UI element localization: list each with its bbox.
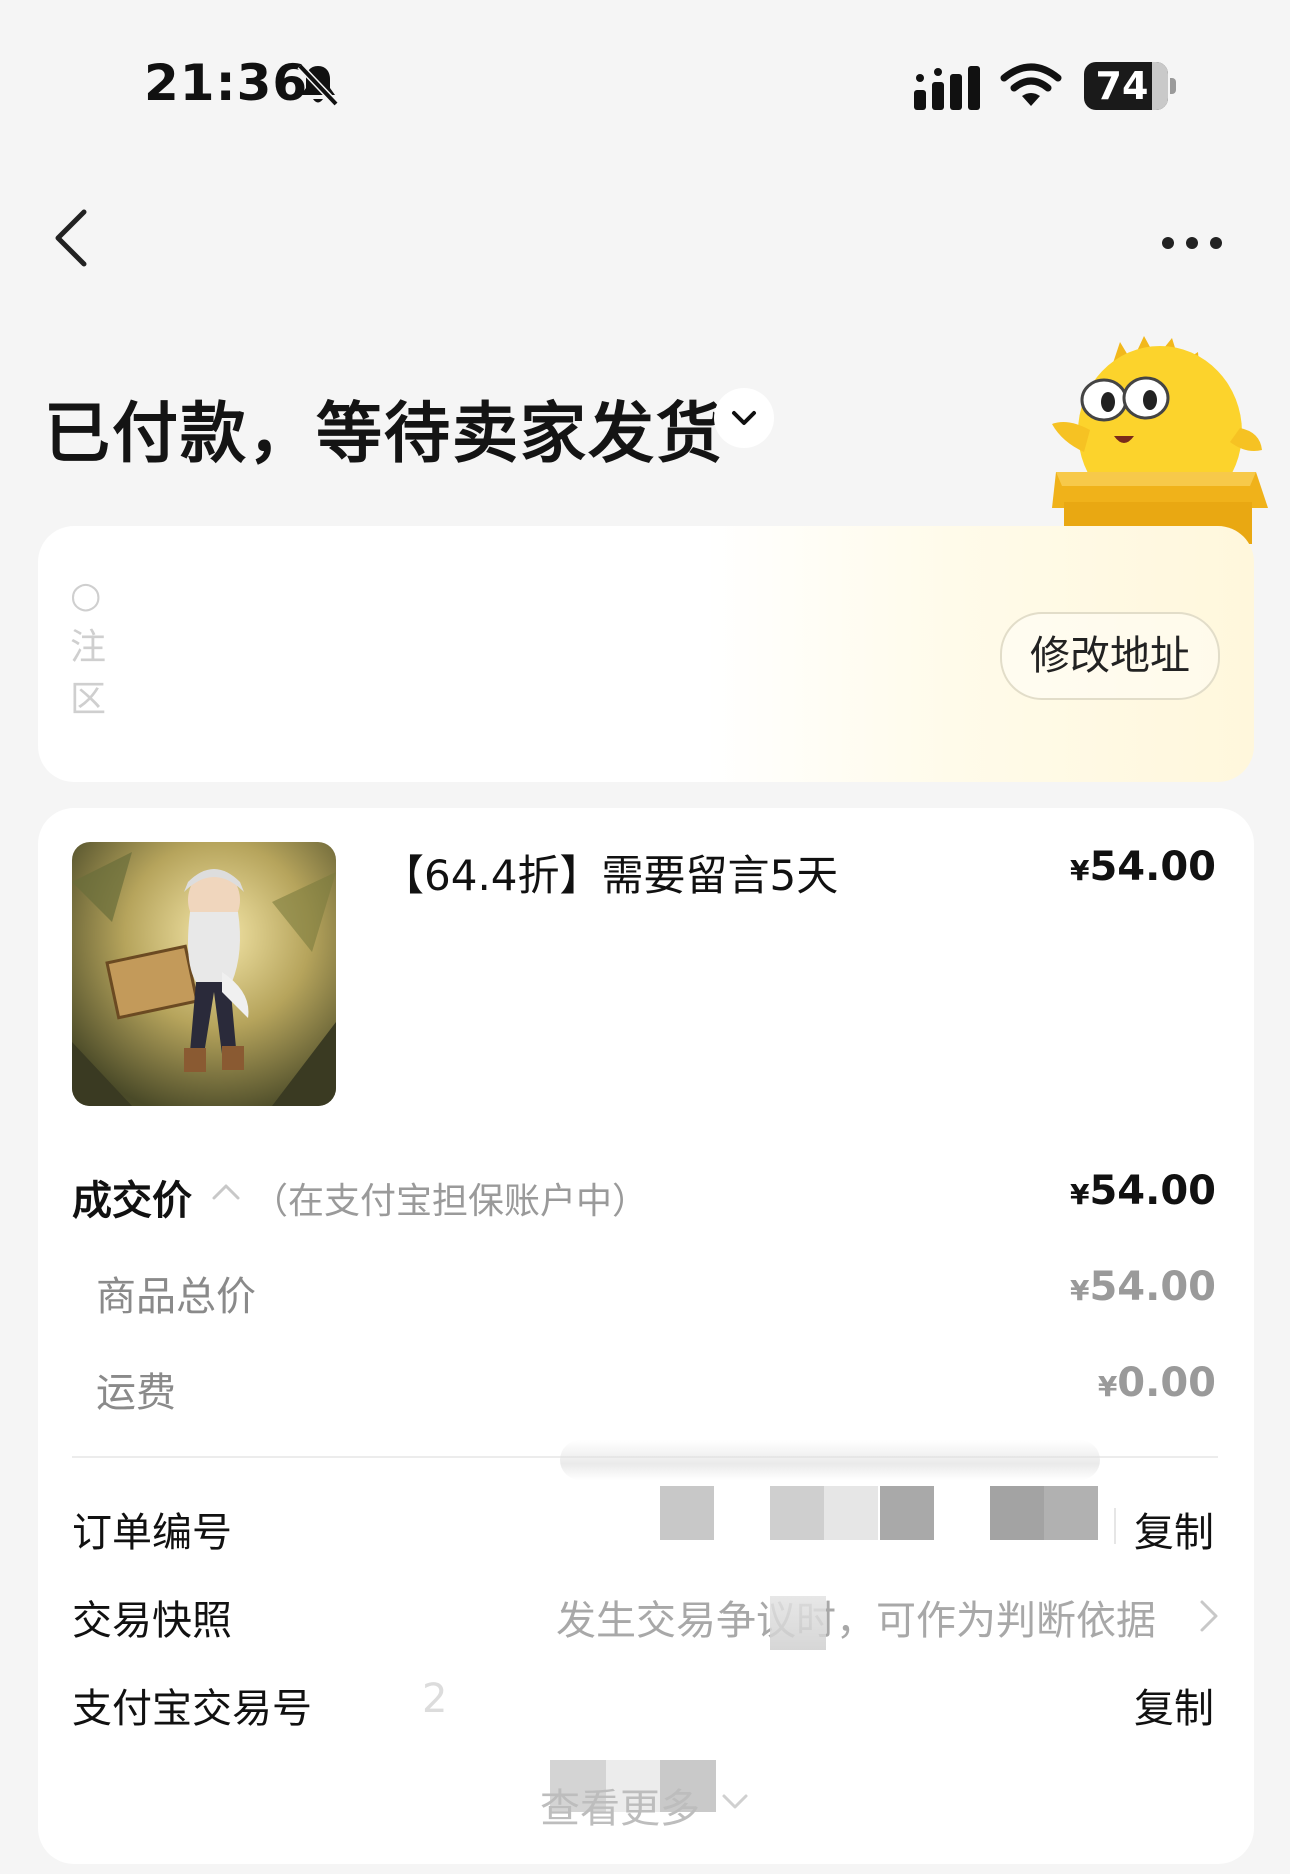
- chevron-right-icon[interactable]: [1196, 1596, 1222, 1636]
- alipay-trade-label: 支付宝交易号: [72, 1686, 312, 1732]
- deal-price-value: ¥54.00: [1000, 1168, 1216, 1214]
- chevron-down-icon: [732, 411, 756, 425]
- status-expand-button[interactable]: [714, 388, 774, 448]
- currency-symbol: ¥: [1069, 854, 1090, 887]
- deal-price-label[interactable]: 成交价: [72, 1168, 192, 1226]
- back-arrow-icon[interactable]: [52, 208, 92, 268]
- edit-address-button[interactable]: 修改地址: [1000, 612, 1220, 700]
- snapshot-label[interactable]: 交易快照: [72, 1588, 232, 1646]
- address-text-obscured: ○ 注 区: [70, 570, 107, 730]
- address-line: 区: [70, 679, 107, 720]
- copy-alipay-number-button[interactable]: 复制: [1134, 1676, 1214, 1734]
- copy-order-number-button[interactable]: 复制: [1134, 1500, 1214, 1558]
- subtotal-amount: 54.00: [1089, 1264, 1216, 1310]
- battery-indicator: 74: [1084, 62, 1176, 110]
- wifi-icon: [1000, 63, 1062, 106]
- currency-symbol: ¥: [1069, 1178, 1090, 1211]
- cellular-signal-icon: [914, 66, 980, 110]
- product-thumbnail[interactable]: [72, 842, 336, 1106]
- shipping-label: 运费: [96, 1370, 176, 1416]
- deal-price-amount: 54.00: [1089, 1168, 1216, 1214]
- chevron-down-icon[interactable]: [720, 1790, 750, 1814]
- deal-price-note: （在支付宝担保账户中）: [252, 1181, 649, 1222]
- page-title: 已付款，等待卖家发货: [44, 395, 724, 472]
- mascot-illustration: [1052, 336, 1268, 544]
- subtotal-value: ¥54.00: [1000, 1264, 1216, 1310]
- order-number-label: 订单编号: [72, 1510, 232, 1556]
- product-title[interactable]: 【64.4折】需要留言5天: [382, 842, 838, 903]
- address-line: ○: [70, 575, 102, 616]
- redaction-block: [770, 1596, 826, 1650]
- alipay-trade-number-obscured: 2: [422, 1676, 448, 1722]
- battery-level: 74: [1095, 64, 1149, 108]
- chevron-up-icon[interactable]: [210, 1176, 242, 1208]
- snapshot-hint[interactable]: 发生交易争议时，可作为判断依据: [556, 1588, 1156, 1646]
- more-options-icon[interactable]: [1160, 234, 1224, 252]
- shipping-value: ¥0.00: [1000, 1360, 1216, 1406]
- currency-symbol: ¥: [1097, 1370, 1118, 1403]
- currency-symbol: ¥: [1069, 1274, 1090, 1307]
- bell-muted-icon: [297, 63, 339, 107]
- redaction-blur: [560, 1440, 1100, 1480]
- shipping-amount: 0.00: [1117, 1360, 1216, 1406]
- separator: [1114, 1508, 1116, 1544]
- status-time: 21:36: [144, 54, 309, 112]
- see-more-button[interactable]: 查看更多: [540, 1776, 700, 1834]
- address-line: 注: [70, 627, 107, 668]
- subtotal-label: 商品总价: [96, 1274, 256, 1320]
- product-price: ¥54.00: [1060, 844, 1216, 890]
- product-price-value: 54.00: [1089, 844, 1216, 890]
- order-number-redacted: [660, 1486, 1100, 1540]
